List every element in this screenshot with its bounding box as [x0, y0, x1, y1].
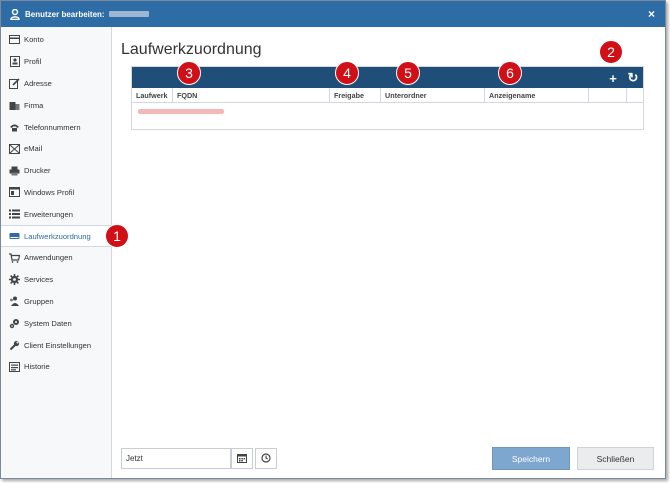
date-input-value: Jetzt [126, 454, 143, 463]
sidebar-item-email[interactable]: eMail [1, 138, 111, 160]
sidebar-item-label: Profil [24, 57, 42, 67]
wrench-icon [9, 340, 20, 351]
callout-badge-5: 5 [396, 61, 420, 85]
history-icon [9, 361, 20, 372]
user-icon [9, 8, 21, 20]
sidebar-item-label: Adresse [24, 78, 52, 88]
sidebar-item-label: Services [24, 275, 54, 285]
callout-badge-1: 1 [105, 224, 129, 248]
sidebar-item-profil[interactable]: Profil [1, 51, 111, 73]
calendar-button[interactable] [231, 448, 253, 469]
sidebar-item-label: Historie [24, 362, 50, 372]
drive-mapping-grid: + ↻ Laufwerk FQDN Freigabe Unterordner A… [131, 66, 644, 130]
callout-badge-6: 6 [498, 61, 522, 85]
id-card-icon [9, 56, 20, 68]
callout-badge-4: 4 [335, 61, 359, 85]
sidebar-item-label: Laufwerkzuordnung [24, 231, 91, 241]
main-content: Laufwerkzuordnung + ↻ Laufwerk FQDN Frei… [105, 27, 665, 478]
time-button[interactable] [255, 448, 277, 469]
column-header-actions [589, 88, 627, 103]
redacted-username [108, 11, 149, 17]
sidebar-item-firma[interactable]: Firma [1, 94, 111, 116]
sidebar-item-erweiterungen[interactable]: Erweiterungen [1, 203, 111, 225]
column-header-anzeigename[interactable]: Anzeigename [485, 88, 589, 103]
cogs-icon [9, 318, 20, 329]
calendar-icon [237, 453, 247, 465]
column-header-unterordner[interactable]: Unterordner [381, 88, 485, 103]
sidebar: Konto Profil Adresse Firma Telefonnummer… [1, 27, 112, 478]
sidebar-item-gruppen[interactable]: Gruppen [1, 291, 111, 313]
sidebar-item-label: Client Einstellungen [24, 340, 92, 350]
building-icon [9, 100, 20, 111]
refresh-icon[interactable]: ↻ [626, 70, 640, 85]
window-icon [9, 187, 20, 198]
drive-icon [9, 231, 20, 242]
sidebar-item-historie[interactable]: Historie [1, 356, 111, 378]
add-icon[interactable]: + [606, 71, 620, 86]
sidebar-item-label: Erweiterungen [24, 209, 73, 219]
window-title: Benutzer bearbeiten: [25, 9, 105, 19]
save-button[interactable]: Speichern [492, 447, 570, 470]
sidebar-item-label: Konto [24, 35, 44, 45]
callout-badge-3: 3 [177, 61, 201, 85]
sidebar-item-label: Firma [24, 100, 44, 110]
sidebar-item-label: System Daten [24, 318, 72, 328]
redacted-row-content [138, 109, 224, 114]
column-header-freigabe[interactable]: Freigabe [330, 88, 381, 103]
table-row[interactable] [132, 103, 643, 123]
clock-icon [261, 452, 271, 465]
page-title: Laufwerkzuordnung [121, 41, 262, 58]
close-button[interactable]: Schließen [577, 447, 654, 470]
sidebar-item-label: Drucker [24, 166, 51, 176]
sidebar-item-label: eMail [24, 144, 43, 154]
sidebar-item-adresse[interactable]: Adresse [1, 73, 111, 95]
edit-icon [9, 78, 20, 89]
sidebar-item-services[interactable]: Services [1, 269, 111, 291]
grid-toolbar: + ↻ [132, 67, 643, 88]
title-bar: Benutzer bearbeiten: × [1, 1, 665, 27]
users-icon [9, 296, 20, 307]
phone-icon [9, 122, 20, 133]
printer-icon [9, 165, 20, 176]
column-header-fqdn[interactable]: FQDN [173, 88, 330, 103]
date-input[interactable]: Jetzt [121, 448, 231, 469]
grid-header: Laufwerk FQDN Freigabe Unterordner Anzei… [132, 88, 643, 103]
callout-badge-2: 2 [599, 40, 623, 64]
sidebar-item-telefonnummern[interactable]: Telefonnummern [1, 116, 111, 138]
cart-icon [9, 252, 20, 263]
sidebar-item-konto[interactable]: Konto [1, 29, 111, 51]
sidebar-item-system-daten[interactable]: System Daten [1, 312, 111, 334]
edit-user-dialog: Benutzer bearbeiten: × Konto Profil Adre… [0, 0, 666, 479]
sidebar-item-client-einstellungen[interactable]: Client Einstellungen [1, 334, 111, 356]
sidebar-item-label: Telefonnummern [24, 122, 81, 132]
sidebar-item-anwendungen[interactable]: Anwendungen [1, 247, 111, 269]
list-icon [9, 209, 20, 220]
sidebar-item-label: Anwendungen [24, 253, 73, 263]
sidebar-item-label: Gruppen [24, 296, 54, 306]
sidebar-item-label: Windows Profil [24, 187, 75, 197]
gear-icon [9, 274, 20, 286]
sidebar-item-laufwerkzuordnung[interactable]: Laufwerkzuordnung [1, 225, 111, 247]
column-header-laufwerk[interactable]: Laufwerk [132, 88, 173, 103]
sidebar-item-drucker[interactable]: Drucker [1, 160, 111, 182]
close-icon[interactable]: × [648, 7, 655, 21]
credit-card-icon [9, 34, 20, 45]
envelope-icon [9, 143, 20, 154]
sidebar-item-windows-profil[interactable]: Windows Profil [1, 182, 111, 204]
